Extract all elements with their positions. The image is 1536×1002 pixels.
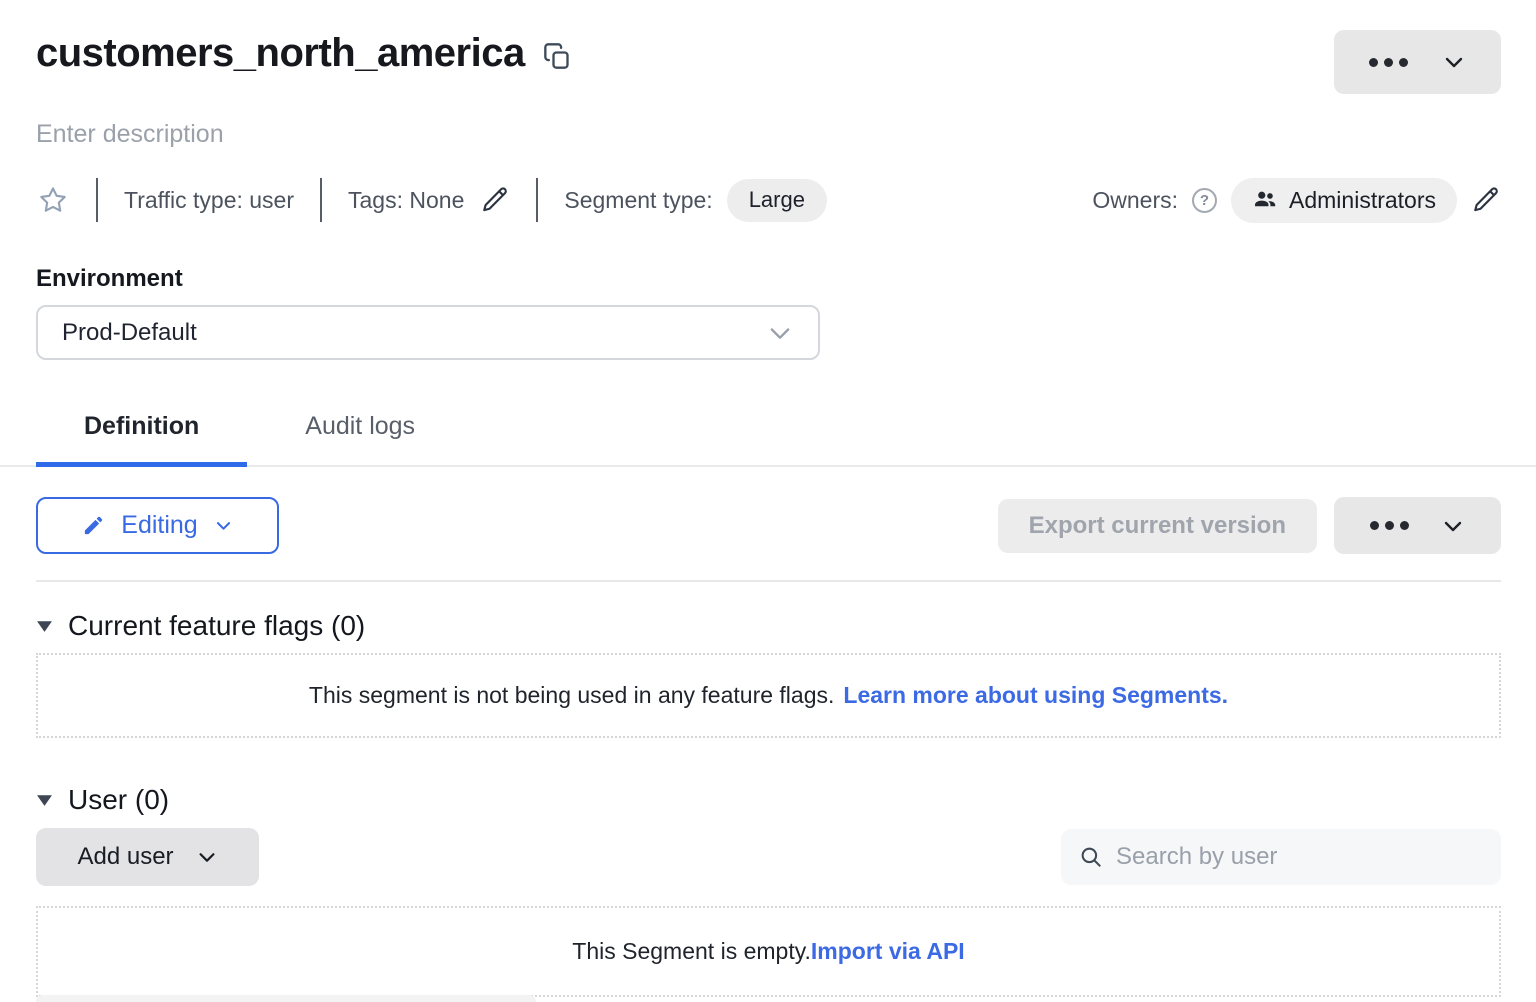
editing-label: Editing [121,511,197,540]
search-icon [1078,844,1104,870]
add-user-button[interactable]: Add user [36,828,259,886]
export-current-version-button[interactable]: Export current version [998,499,1317,553]
meta-divider [96,178,98,222]
description-placeholder[interactable]: Enter description [36,120,1501,149]
chevron-down-icon [196,846,218,868]
search-by-user-input[interactable] [1116,843,1484,871]
pencil-icon [1471,185,1501,215]
owners-label: Owners: [1092,187,1178,214]
traffic-type-label: Traffic type: user [124,187,294,214]
segment-type-badge: Large [727,179,827,222]
owners-badge[interactable]: Administrators [1231,178,1457,223]
chevron-down-icon [1442,50,1466,74]
tab-audit-logs[interactable]: Audit logs [257,400,463,465]
user-section-title: User (0) [68,784,169,816]
environment-selected-value: Prod-Default [62,319,197,347]
owners-help-icon[interactable]: ? [1192,188,1217,213]
ellipsis-icon [1369,58,1408,67]
segment-type-group: Segment type: Large [564,179,827,222]
environment-select[interactable]: Prod-Default [36,305,820,360]
feature-flags-empty-text: This segment is not being used in any fe… [309,682,834,709]
user-search-box [1061,829,1501,885]
edit-tags-button[interactable] [480,185,510,215]
feature-flags-empty-state: This segment is not being used in any fe… [36,653,1501,738]
segment-type-label: Segment type: [564,187,712,214]
meta-divider [320,178,322,222]
edit-owners-button[interactable] [1471,185,1501,215]
segment-detail-page: customers_north_america Enter [0,0,1536,997]
owners-group: Owners: ? Administrators [1092,178,1501,223]
learn-more-segments-link[interactable]: Learn more about using Segments. [843,682,1228,709]
copy-icon [543,40,571,72]
meta-row: Traffic type: user Tags: None Segment ty… [36,177,1501,223]
caret-down-icon [36,794,53,807]
ellipsis-icon [1370,521,1409,530]
add-user-label: Add user [77,843,173,871]
user-controls-row: Add user [36,828,1501,886]
feature-flags-section-title: Current feature flags (0) [68,610,365,642]
star-icon [38,185,68,215]
tab-definition[interactable]: Definition [36,400,247,465]
definition-actions-menu-button[interactable] [1334,497,1501,554]
toolbar-right-group: Export current version [998,497,1501,554]
chevron-down-icon [766,319,794,347]
environment-label: Environment [36,265,1501,293]
title-group: customers_north_america [36,26,571,80]
pencil-icon [82,514,105,537]
chevron-down-icon [1441,514,1465,538]
meta-divider [536,178,538,222]
partially-visible-bottom-element [36,995,536,1002]
copy-name-button[interactable] [543,40,571,72]
toolbar-divider [36,580,1501,582]
tags-group: Tags: None [348,185,510,215]
feature-flags-section-header[interactable]: Current feature flags (0) [36,610,365,642]
editing-mode-button[interactable]: Editing [36,497,279,554]
owners-value: Administrators [1289,187,1436,214]
caret-down-icon [36,620,53,633]
import-via-api-link[interactable]: Import via API [811,938,965,965]
user-empty-state: This Segment is empty. Import via API [36,906,1501,997]
segment-empty-text: This Segment is empty. [572,938,811,965]
page-title: customers_north_america [36,26,525,80]
page-actions-menu-button[interactable] [1334,30,1501,94]
people-icon [1252,187,1278,213]
tab-bar: Definition Audit logs [0,400,1536,467]
user-section-header[interactable]: User (0) [36,784,169,816]
definition-toolbar: Editing Export current version [36,497,1501,554]
title-row: customers_north_america [36,0,1501,94]
tags-label: Tags: None [348,187,464,214]
pencil-icon [480,185,510,215]
chevron-down-icon [214,516,233,535]
favorite-star-button[interactable] [36,185,70,215]
